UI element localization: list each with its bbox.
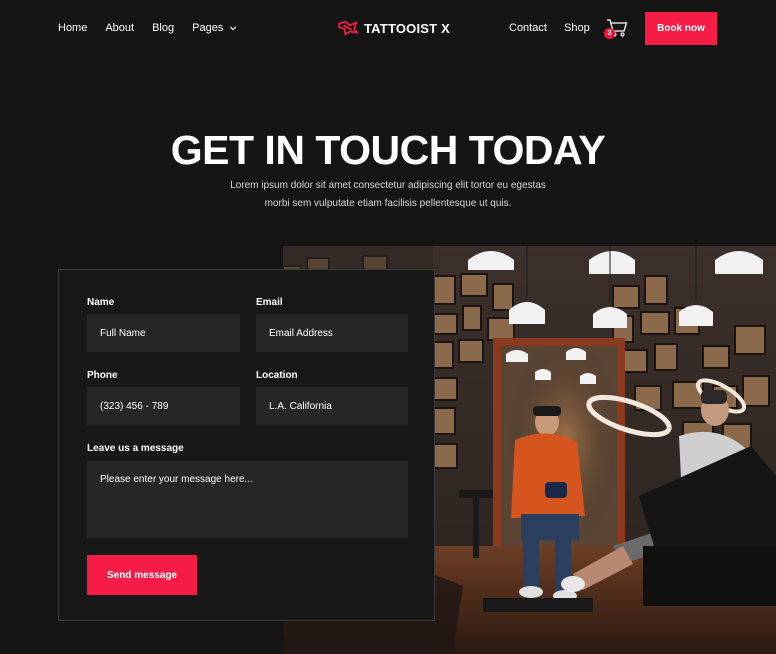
- message-label: Leave us a message: [87, 443, 184, 454]
- brand-name: TATTOOIST X: [364, 20, 450, 36]
- nav-link-pages-label: Pages: [192, 22, 224, 34]
- page-subtitle: Lorem ipsum dolor sit amet consectetur a…: [220, 177, 556, 213]
- message-textarea[interactable]: Please enter your message here...: [87, 461, 408, 538]
- contact-form-card: Name Full Name Email Email Address Phone…: [58, 269, 435, 621]
- brand-logo[interactable]: TATTOOIST X: [337, 20, 450, 36]
- page-title: GET IN TOUCH TODAY: [170, 127, 606, 173]
- nav-link-blog[interactable]: Blog: [152, 22, 174, 34]
- phone-input[interactable]: (323) 456 - 789: [87, 387, 240, 425]
- page-subtitle-line-2: morbi sem vulputate etiam facilisis pell…: [264, 198, 512, 209]
- location-input-value: L.A. California: [269, 400, 332, 412]
- email-input[interactable]: Email Address: [256, 314, 408, 352]
- nav-link-pages[interactable]: Pages: [192, 22, 237, 34]
- top-navigation: Home About Blog Pages TATTOOIST X Contac…: [0, 0, 776, 58]
- tattoo-logo-icon: [338, 20, 359, 36]
- name-label: Name: [87, 297, 115, 308]
- book-now-button[interactable]: Book now: [645, 12, 717, 45]
- name-input-placeholder: Full Name: [100, 327, 146, 339]
- nav-left-links: Home About Blog Pages: [58, 22, 255, 34]
- phone-input-value: (323) 456 - 789: [100, 400, 169, 412]
- location-input[interactable]: L.A. California: [256, 387, 408, 425]
- nav-link-shop[interactable]: Shop: [564, 22, 590, 34]
- nav-link-home[interactable]: Home: [58, 22, 87, 34]
- page-subtitle-line-1: Lorem ipsum dolor sit amet consectetur a…: [230, 180, 546, 191]
- cart-count-badge: 3: [604, 28, 615, 39]
- nav-link-contact[interactable]: Contact: [509, 22, 547, 34]
- email-input-placeholder: Email Address: [269, 327, 333, 339]
- phone-label: Phone: [87, 370, 118, 381]
- chevron-down-icon: [230, 26, 237, 31]
- name-input[interactable]: Full Name: [87, 314, 240, 352]
- email-label: Email: [256, 297, 283, 308]
- message-textarea-placeholder: Please enter your message here...: [100, 474, 253, 485]
- cart-button[interactable]: 3: [604, 18, 628, 40]
- nav-link-about[interactable]: About: [105, 22, 134, 34]
- send-message-button[interactable]: Send message: [87, 555, 197, 595]
- location-label: Location: [256, 370, 298, 381]
